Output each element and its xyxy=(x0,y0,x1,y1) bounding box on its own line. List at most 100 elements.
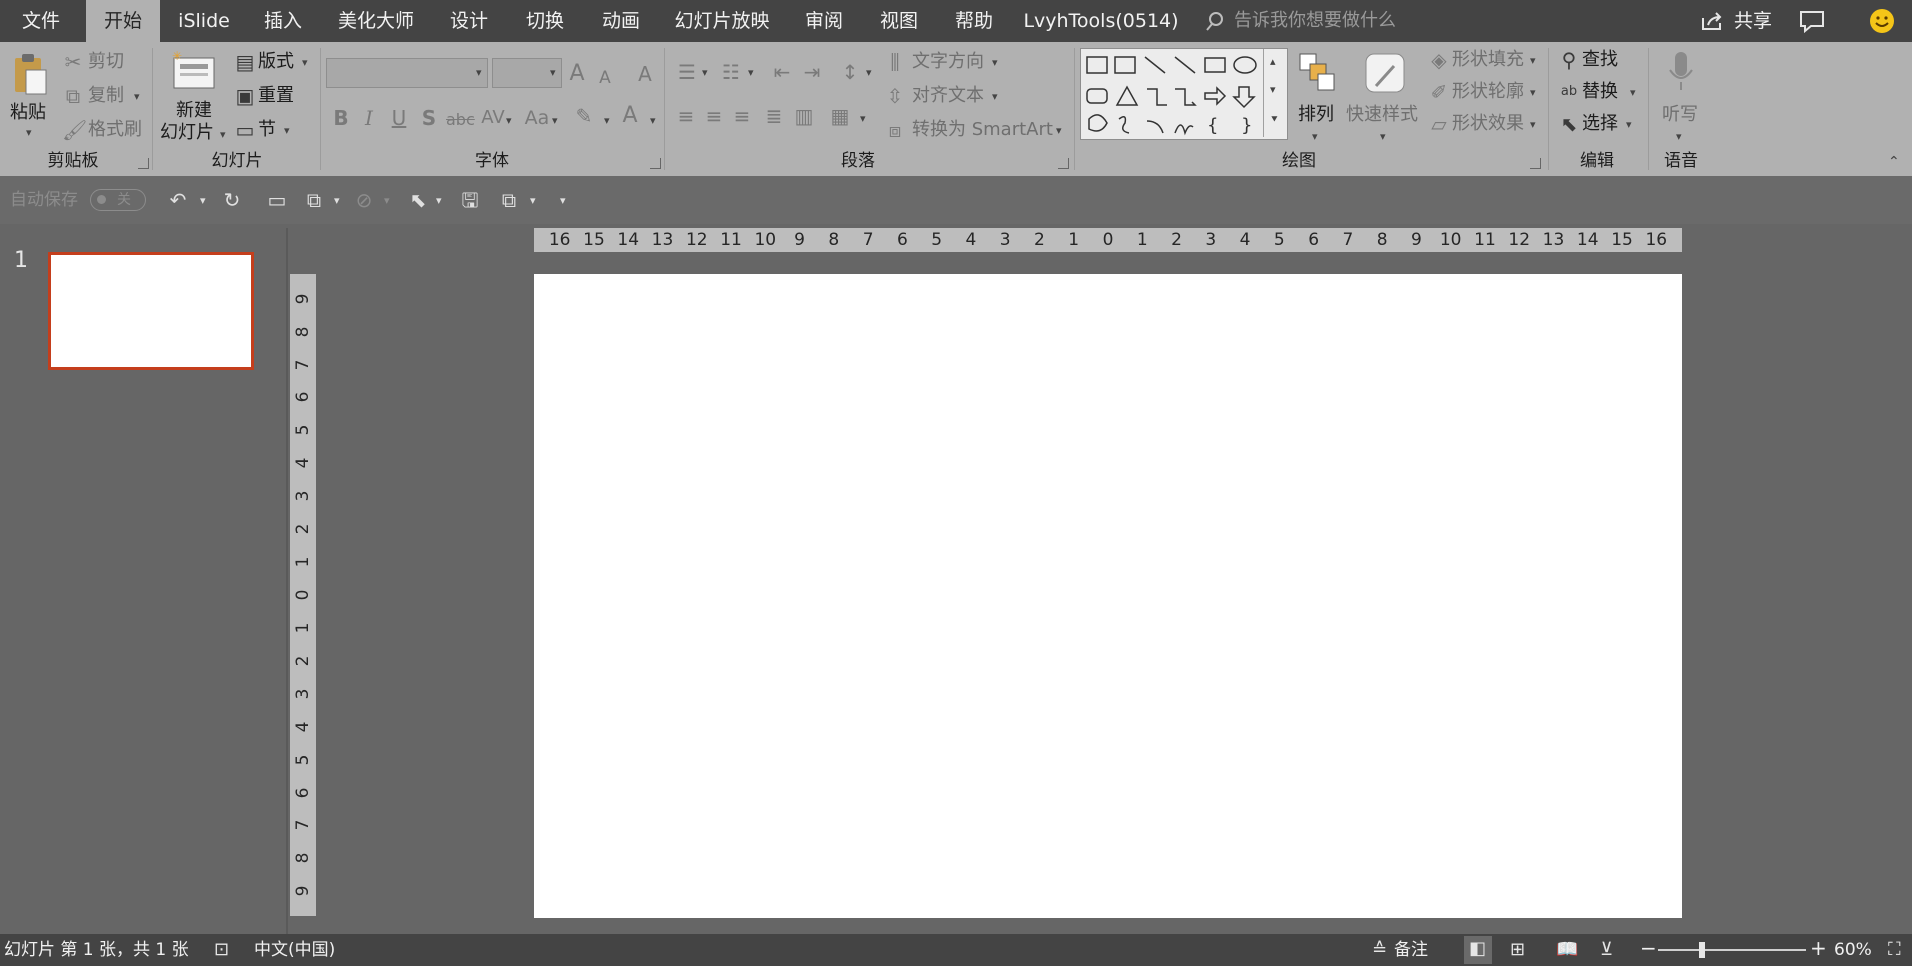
slide-thumbnail[interactable] xyxy=(48,252,254,370)
paste-button[interactable]: 粘贴 ▾ xyxy=(6,48,54,142)
bold-icon[interactable]: B xyxy=(330,106,352,130)
chevron-up-icon[interactable]: ▴ xyxy=(1270,55,1276,68)
grow-font-icon[interactable]: A xyxy=(566,62,588,86)
chevron-down-icon[interactable]: ▾ xyxy=(748,66,754,79)
arrange-button[interactable]: 排列 ▾ xyxy=(1292,48,1342,148)
reset-button[interactable]: ▣ 重置 xyxy=(234,84,314,108)
smiley-feedback-icon[interactable] xyxy=(1868,7,1896,35)
normal-view-button[interactable]: ◧ xyxy=(1464,936,1492,964)
font-color-icon[interactable]: A xyxy=(618,104,642,128)
shape-merge-icon[interactable]: ⊘ xyxy=(352,188,376,212)
notes-button[interactable]: ≙ 备注 xyxy=(1372,937,1434,963)
chevron-down-icon[interactable]: ▾ xyxy=(550,66,556,79)
autosave-toggle[interactable]: 关 xyxy=(90,189,146,211)
chevron-down-icon[interactable]: ▾ xyxy=(334,194,340,207)
dialog-launcher-icon[interactable] xyxy=(138,158,149,169)
tell-me-box[interactable]: 告诉我你想要做什么 xyxy=(1204,8,1424,34)
highlight-icon[interactable]: ✎ xyxy=(572,104,596,128)
redo-icon[interactable]: ↻ xyxy=(220,188,244,212)
fit-to-window-icon[interactable]: ⛶ xyxy=(1888,938,1901,962)
tab-insert[interactable]: 插入 xyxy=(248,0,318,42)
share-button[interactable]: 共享 xyxy=(1698,6,1788,36)
comments-icon[interactable] xyxy=(1798,9,1826,33)
columns-icon[interactable]: ▦ xyxy=(828,104,852,128)
replace-button[interactable]: ab 替换 ▾ xyxy=(1558,80,1638,104)
accessibility-icon[interactable]: ⊡ xyxy=(214,938,229,962)
chevron-down-icon[interactable]: ▾ xyxy=(860,112,866,125)
gallery-more-icon[interactable]: ⯆ xyxy=(1270,113,1279,127)
font-name-combobox[interactable] xyxy=(326,58,488,88)
text-direction-button[interactable]: ⫼ 文字方向 ▾ xyxy=(884,50,1004,74)
select-button[interactable]: ⬉ 选择 ▾ xyxy=(1558,112,1638,136)
zoom-slider-thumb[interactable] xyxy=(1699,942,1706,958)
clear-formatting-icon[interactable]: A xyxy=(634,62,656,86)
tab-transitions[interactable]: 切换 xyxy=(508,0,582,42)
underline-icon[interactable]: U xyxy=(388,106,410,130)
chevron-down-icon[interactable]: ▾ xyxy=(552,114,558,127)
chevron-down-icon[interactable]: ▾ xyxy=(604,114,610,127)
zoom-out-icon[interactable]: − xyxy=(1640,937,1657,959)
tab-lvyhtools[interactable]: LvyhTools(0514) xyxy=(1020,0,1182,42)
layout-button[interactable]: ▤ 版式 ▾ xyxy=(234,50,314,74)
increase-indent-icon[interactable]: ⇥ xyxy=(800,60,824,84)
chevron-down-icon[interactable]: ▾ xyxy=(436,194,442,207)
arrange-objects-icon[interactable]: ⧉ xyxy=(496,188,522,212)
dialog-launcher-icon[interactable] xyxy=(1530,158,1541,169)
dictate-button[interactable]: 听写 ▾ xyxy=(1654,48,1708,148)
bullets-icon[interactable]: ☰ xyxy=(674,60,700,84)
chevron-down-icon[interactable]: ▾ xyxy=(1270,83,1276,96)
tab-file[interactable]: 文件 xyxy=(0,0,82,42)
chevron-down-icon[interactable]: ▾ xyxy=(530,194,536,207)
language-indicator[interactable]: 中文(中国) xyxy=(254,939,335,961)
present-from-start-icon[interactable]: ▭ xyxy=(264,188,290,212)
distributed-icon[interactable]: ▥ xyxy=(792,104,816,128)
chevron-down-icon[interactable]: ▾ xyxy=(506,114,512,127)
dialog-launcher-icon[interactable] xyxy=(650,158,661,169)
find-button[interactable]: ⚲ 查找 xyxy=(1558,48,1638,72)
tab-animations[interactable]: 动画 xyxy=(586,0,656,42)
zoom-level[interactable]: 60% xyxy=(1834,939,1872,961)
chevron-down-icon[interactable]: ▾ xyxy=(476,66,482,79)
shape-effects-button[interactable]: ▱ 形状效果 ▾ xyxy=(1428,112,1540,136)
format-painter-button[interactable]: 🖌 格式刷 xyxy=(62,118,160,142)
dialog-launcher-icon[interactable] xyxy=(1058,158,1069,169)
section-button[interactable]: ▭ 节 ▾ xyxy=(234,118,314,142)
tab-review[interactable]: 审阅 xyxy=(788,0,860,42)
format-icon[interactable]: ⧉ xyxy=(302,188,326,212)
shape-outline-button[interactable]: ✐ 形状轮廓 ▾ xyxy=(1428,80,1540,104)
justify-icon[interactable]: ≣ xyxy=(762,104,786,128)
chevron-down-icon[interactable]: ▾ xyxy=(702,66,708,79)
text-shadow-icon[interactable]: S xyxy=(418,106,440,130)
align-left-icon[interactable]: ≡ xyxy=(674,104,698,128)
chevron-down-icon[interactable]: ▾ xyxy=(650,114,656,127)
change-case-icon[interactable]: Aa xyxy=(520,106,554,130)
tab-slideshow[interactable]: 幻灯片放映 xyxy=(660,0,784,42)
character-spacing-icon[interactable]: AV xyxy=(478,106,508,130)
select-cursor-icon[interactable]: ⬉ xyxy=(406,188,430,212)
shapes-gallery[interactable]: {} ▴ ▾ ⯆ xyxy=(1080,48,1288,140)
tab-home[interactable]: 开始 xyxy=(86,0,160,42)
slide-canvas[interactable] xyxy=(534,274,1682,918)
shape-fill-button[interactable]: ◈ 形状填充 ▾ xyxy=(1428,48,1540,72)
convert-smartart-button[interactable]: ⧈ 转换为 SmartArt ▾ xyxy=(884,118,1074,142)
slide-sorter-icon[interactable]: ⊞ xyxy=(1510,938,1525,962)
cut-button[interactable]: ✂ 剪切 xyxy=(62,50,160,74)
decrease-indent-icon[interactable]: ⇤ xyxy=(770,60,794,84)
line-spacing-icon[interactable]: ↕ xyxy=(838,60,862,84)
tab-beautify-master[interactable]: 美化大师 xyxy=(322,0,430,42)
zoom-slider[interactable] xyxy=(1658,942,1806,958)
undo-icon[interactable]: ↶ xyxy=(166,188,190,212)
slideshow-icon[interactable]: ⊻ xyxy=(1600,938,1613,962)
chevron-down-icon[interactable]: ▾ xyxy=(384,194,390,207)
numbering-icon[interactable]: ☷ xyxy=(718,60,744,84)
align-right-icon[interactable]: ≡ xyxy=(730,104,754,128)
strikethrough-icon[interactable]: abc xyxy=(446,108,475,132)
new-slide-button[interactable]: ✳ 新建 幻灯片 ▾ xyxy=(158,48,230,148)
tab-help[interactable]: 帮助 xyxy=(938,0,1010,42)
chevron-down-icon[interactable]: ▾ xyxy=(200,194,206,207)
quick-styles-button[interactable]: 快速样式 ▾ xyxy=(1346,48,1422,148)
collapse-ribbon-icon[interactable]: ⌃ xyxy=(1888,154,1900,170)
copy-button[interactable]: ⧉ 复制 ▾ xyxy=(62,84,160,108)
tab-islide[interactable]: iSlide xyxy=(164,0,244,42)
reading-view-icon[interactable]: 📖 xyxy=(1556,938,1578,962)
